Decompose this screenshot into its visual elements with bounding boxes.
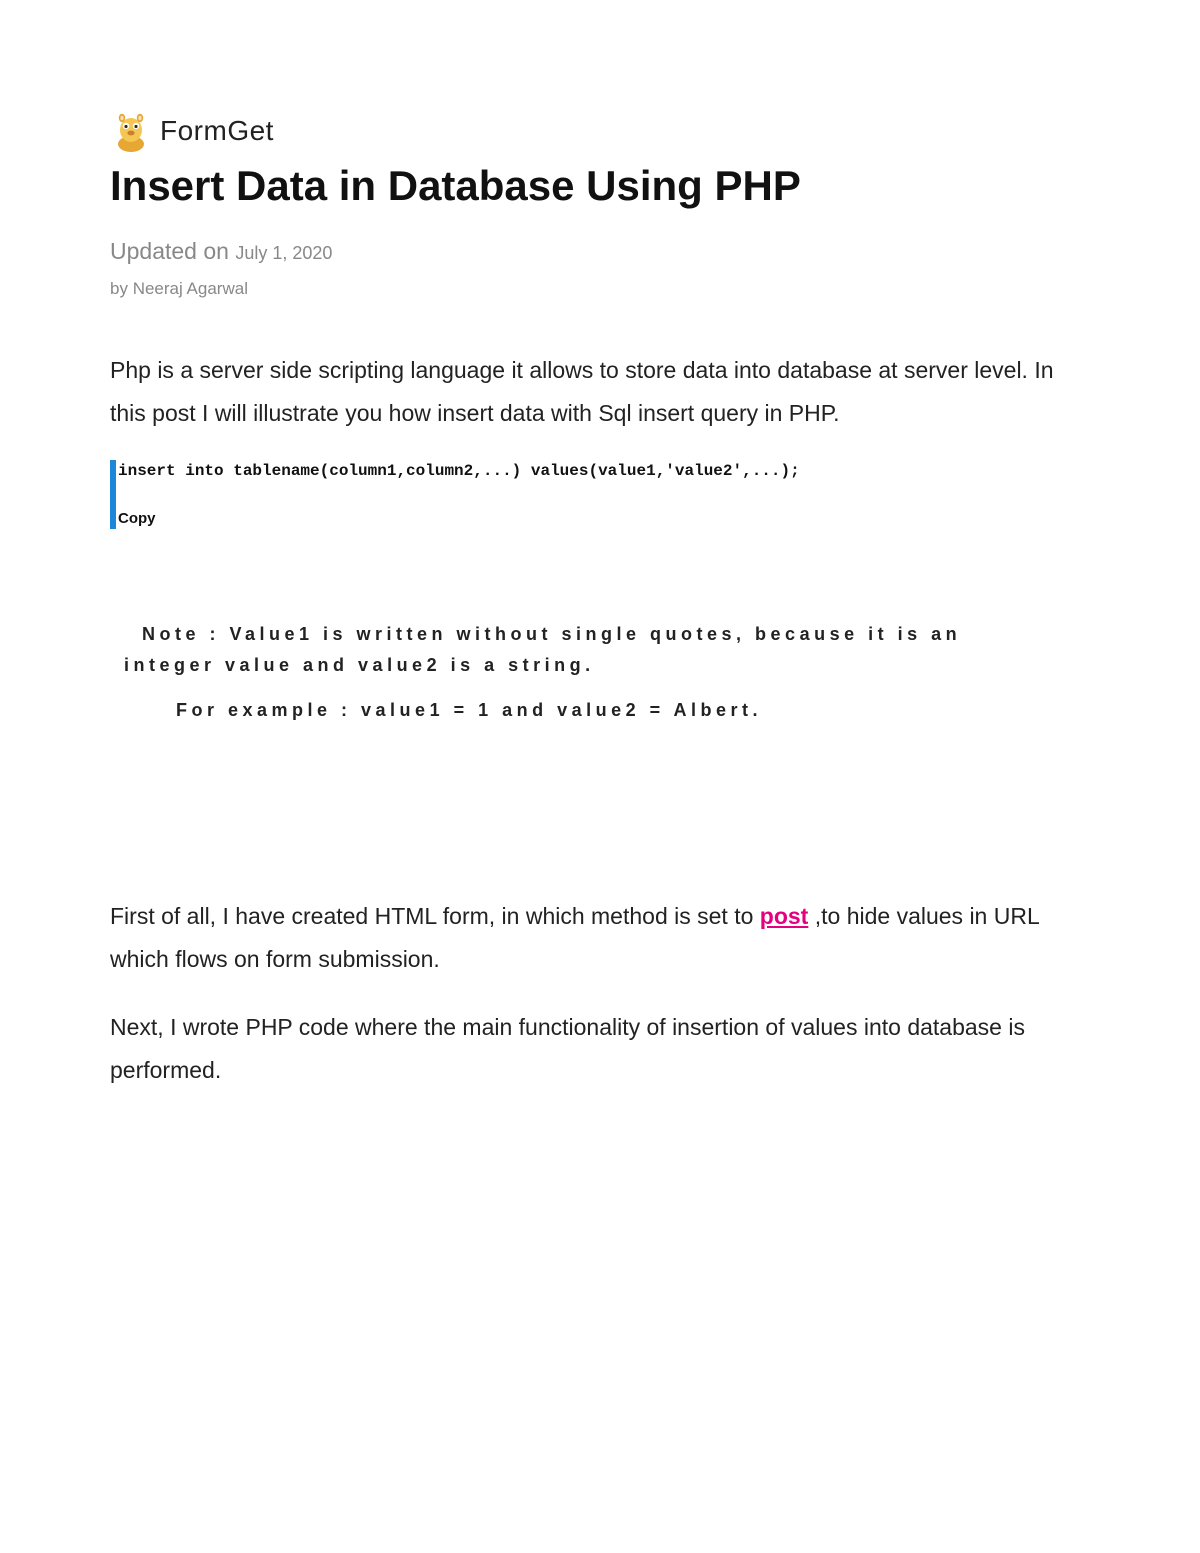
intro-paragraph: Php is a server side scripting language …: [110, 349, 1090, 434]
code-line: insert into tablename(column1,column2,..…: [116, 460, 1090, 482]
paragraph-php-code: Next, I wrote PHP code where the main fu…: [110, 1006, 1090, 1091]
code-block: insert into tablename(column1,column2,..…: [110, 460, 1090, 529]
p2-text-before: First of all, I have created HTML form, …: [110, 903, 760, 929]
brand-logo-row: FormGet: [110, 110, 1090, 152]
note-block: Note : Value1 is written without single …: [110, 619, 1090, 725]
meta-author-name: Neeraj Agarwal: [133, 279, 248, 298]
brand-logo-text: FormGet: [160, 115, 274, 147]
meta-updated-prefix: Updated on: [110, 238, 235, 264]
note-line-2: integer value and value2 is a string.: [124, 650, 1090, 681]
meta-updated-date: July 1, 2020: [235, 243, 332, 263]
post-link[interactable]: post: [760, 903, 809, 929]
meta-updated: Updated on July 1, 2020: [110, 238, 1090, 265]
article-title: Insert Data in Database Using PHP: [110, 162, 1090, 210]
meta-author-prefix: by: [110, 279, 133, 298]
meta-author: by Neeraj Agarwal: [110, 279, 1090, 299]
paragraph-form-method: First of all, I have created HTML form, …: [110, 895, 1090, 980]
formget-mascot-icon: [110, 110, 152, 152]
note-line-1: Note : Value1 is written without single …: [124, 619, 1090, 650]
note-example-line: For example : value1 = 1 and value2 = Al…: [124, 695, 1090, 726]
copy-button[interactable]: Copy: [116, 482, 1090, 529]
